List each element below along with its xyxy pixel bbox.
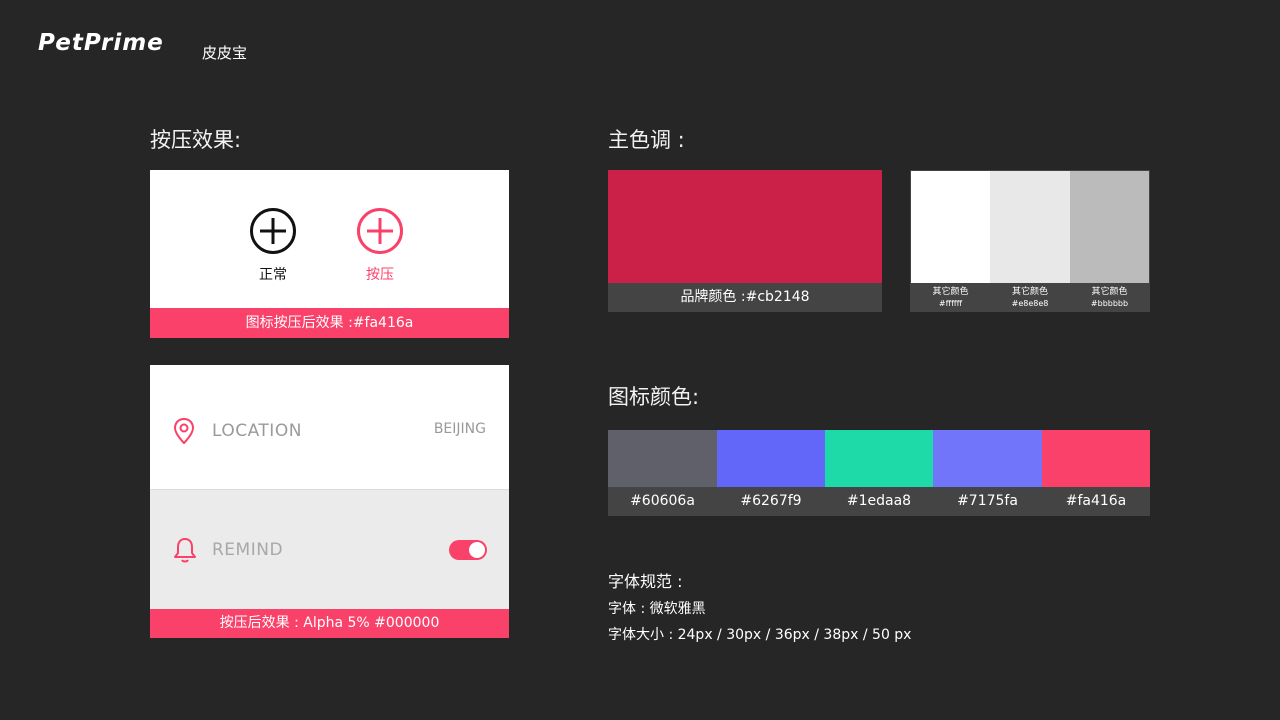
other-color-hex-2: #e8e8e8: [1011, 299, 1049, 308]
location-value: BEIJING: [433, 421, 486, 437]
icon-colors-title: 图标颜色:: [608, 385, 700, 409]
other-color-caption-1: 其它颜色 #ffffff: [911, 286, 990, 310]
icon-color-hex-3: #1edaa8: [846, 493, 912, 509]
other-color-label-2: 其它颜色: [1011, 287, 1048, 297]
other-color-swatch-2: [990, 171, 1070, 283]
icon-color-hex-2: #6267f9: [740, 493, 802, 509]
brand-subtitle: 皮皮宝: [202, 44, 248, 62]
icon-color-swatch-4: [933, 430, 1042, 487]
icon-color-hex-1: #60606a: [630, 493, 695, 509]
other-colors-card: 其它颜色 #ffffff 其它颜色 #e8e8e8 其它颜色 #bbbbbb: [910, 170, 1150, 312]
list-card: LOCATION BEIJING REMIND 按压后效果 : Alpha 5%…: [150, 365, 509, 638]
other-color-swatch-1: [911, 171, 990, 283]
press-effect-banner: 图标按压后效果 :#fa416a: [150, 308, 509, 338]
location-label: LOCATION: [212, 421, 302, 441]
brand-logo: PetPrime: [38, 30, 164, 56]
brand-color-card: 品牌颜色 :#cb2148: [608, 170, 882, 312]
other-color-label-3: 其它颜色: [1091, 287, 1128, 297]
main-color-title: 主色调 :: [608, 128, 685, 152]
remind-toggle[interactable]: [449, 540, 487, 560]
bell-icon: [174, 538, 196, 563]
font-family-line: 字体 : 微软雅黑: [608, 601, 706, 617]
normal-label: 正常: [259, 267, 287, 283]
icon-color-swatch-3: [825, 430, 933, 487]
remind-row[interactable]: REMIND: [150, 490, 509, 609]
other-color-caption-3: 其它颜色 #bbbbbb: [1070, 286, 1149, 310]
plus-icon-normal[interactable]: [250, 208, 296, 254]
list-card-banner: 按压后效果 : Alpha 5% #000000: [150, 609, 509, 638]
other-color-hex-1: #ffffff: [938, 299, 963, 308]
press-effect-card: 正常 按压 图标按压后效果 :#fa416a: [150, 170, 509, 338]
remind-label: REMIND: [212, 540, 284, 560]
icon-colors-palette: #60606a #6267f9 #1edaa8 #7175fa #fa416a: [608, 430, 1150, 516]
font-size-line: 字体大小 : 24px / 30px / 36px / 38px / 50 px: [608, 627, 912, 643]
brand-color-caption: 品牌颜色 :#cb2148: [608, 283, 882, 312]
other-color-label-1: 其它颜色: [932, 287, 969, 297]
icon-color-swatch-2: [717, 430, 825, 487]
font-spec-title: 字体规范 :: [608, 572, 683, 591]
pressed-label: 按压: [366, 267, 394, 283]
press-effect-title: 按压效果:: [150, 128, 242, 152]
other-color-swatch-3: [1070, 171, 1149, 283]
other-color-caption-2: 其它颜色 #e8e8e8: [990, 286, 1070, 310]
brand-color-swatch: [608, 170, 882, 283]
icon-color-hex-4: #7175fa: [957, 493, 1018, 509]
location-row[interactable]: LOCATION BEIJING: [150, 365, 509, 490]
icon-color-swatch-1: [608, 430, 717, 487]
other-color-hex-3: #bbbbbb: [1090, 299, 1129, 308]
icon-color-swatch-5: [1042, 430, 1150, 487]
plus-icon-pressed[interactable]: [357, 208, 403, 254]
location-pin-icon: [173, 417, 195, 445]
icon-color-hex-5: #fa416a: [1065, 493, 1127, 509]
